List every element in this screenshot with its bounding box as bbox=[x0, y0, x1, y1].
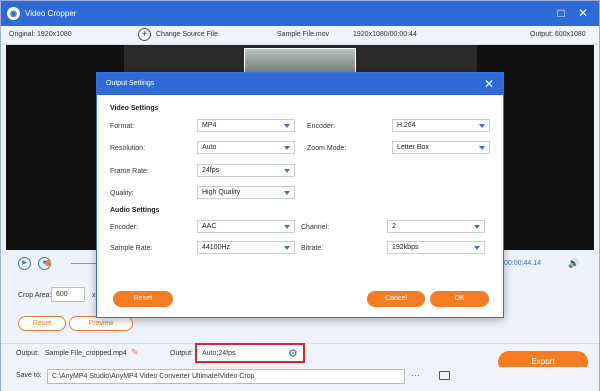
save-path-value: C:\AnyMP4 Studio\AnyMP4 Video Converter … bbox=[52, 373, 255, 380]
dialog-header: Output Settings ✕ bbox=[97, 73, 503, 95]
more-icon[interactable]: ··· bbox=[411, 370, 420, 380]
chevron-down-icon bbox=[284, 124, 290, 128]
frame-rate-value: 24fps bbox=[202, 167, 220, 174]
bitrate-label: Bitrate: bbox=[301, 245, 324, 252]
video-settings-heading: Video Settings bbox=[110, 105, 159, 112]
quality-value: High Quality bbox=[202, 189, 241, 196]
time-display: 00:00:44.14 bbox=[504, 260, 541, 267]
chevron-down-icon bbox=[284, 246, 290, 250]
folder-icon[interactable] bbox=[439, 371, 450, 380]
chevron-down-icon bbox=[284, 169, 290, 173]
channel-value: 2 bbox=[392, 223, 396, 230]
encoder-value: H.264 bbox=[397, 122, 416, 129]
bitrate-value: 192kbps bbox=[392, 244, 419, 251]
change-source-link[interactable]: Change Source File bbox=[156, 31, 218, 38]
audio-encoder-select[interactable]: AAC bbox=[197, 220, 295, 233]
close-icon[interactable]: ✕ bbox=[484, 77, 494, 91]
format-select[interactable]: MP4 bbox=[197, 119, 295, 132]
audio-encoder-value: AAC bbox=[202, 223, 217, 230]
play-icon[interactable]: ▶ bbox=[18, 257, 31, 270]
crop-area-label: Crop Area: bbox=[18, 292, 52, 299]
sample-rate-label: Sample Rate: bbox=[110, 245, 153, 252]
resolution-value: Auto bbox=[202, 144, 217, 151]
chevron-down-icon bbox=[474, 246, 480, 250]
timeline-handle[interactable] bbox=[45, 260, 51, 266]
dialog-cancel-button[interactable]: Cancel bbox=[367, 291, 425, 307]
file-name: Sample File.mov bbox=[277, 31, 330, 38]
file-meta: 1920x1080/00:00:44 bbox=[353, 31, 417, 38]
crop-width-input[interactable]: 600 bbox=[51, 287, 85, 302]
frame-rate-select[interactable]: 24fps bbox=[197, 164, 295, 177]
audio-encoder-label: Encoder: bbox=[110, 224, 139, 231]
output-label: Output: bbox=[16, 350, 39, 357]
sample-rate-value: 44100Hz bbox=[202, 244, 231, 251]
quality-select[interactable]: High Quality bbox=[197, 186, 295, 199]
preview-button[interactable]: Preview bbox=[69, 316, 133, 331]
resolution-label: Resolution: bbox=[110, 145, 146, 152]
encoder-label: Encoder: bbox=[307, 123, 336, 130]
dialog-title: Output Settings bbox=[106, 80, 155, 87]
save-path-field[interactable]: C:\AnyMP4 Studio\AnyMP4 Video Converter … bbox=[47, 369, 405, 384]
zoom-mode-select[interactable]: Letter Box bbox=[392, 141, 490, 154]
output-settings-label: Output: bbox=[170, 350, 193, 357]
channel-label: Channel: bbox=[301, 224, 330, 231]
quality-label: Quality: bbox=[110, 190, 134, 197]
reset-button[interactable]: Reset bbox=[18, 316, 66, 331]
zoom-mode-value: Letter Box bbox=[397, 144, 429, 151]
add-icon[interactable]: + bbox=[138, 28, 151, 41]
output-settings-box[interactable]: Auto;24fps ⚙ bbox=[195, 343, 305, 363]
crop-x-separator: x bbox=[92, 292, 96, 299]
window-title: Video Cropper bbox=[25, 9, 77, 18]
chevron-down-icon bbox=[284, 191, 290, 195]
encoder-select[interactable]: H.264 bbox=[392, 119, 490, 132]
app-logo-icon: ◉ bbox=[7, 7, 20, 20]
original-size: Original: 1920x1080 bbox=[9, 31, 72, 38]
crop-width-value: 600 bbox=[56, 291, 68, 298]
chevron-down-icon bbox=[284, 146, 290, 150]
bitrate-select[interactable]: 192kbps bbox=[387, 241, 485, 254]
chevron-down-icon bbox=[479, 146, 485, 150]
output-size: Output: 600x1080 bbox=[530, 31, 586, 38]
chevron-down-icon bbox=[284, 225, 290, 229]
audio-settings-heading: Audio Settings bbox=[110, 207, 160, 214]
output-settings-dialog: Output Settings ✕ Video Settings Format:… bbox=[96, 72, 504, 318]
channel-select[interactable]: 2 bbox=[387, 220, 485, 233]
chevron-down-icon bbox=[479, 124, 485, 128]
format-label: Format: bbox=[110, 123, 135, 130]
resolution-select[interactable]: Auto bbox=[197, 141, 295, 154]
close-icon[interactable]: ✕ bbox=[576, 6, 590, 20]
gear-icon[interactable]: ⚙ bbox=[288, 347, 298, 360]
format-value: MP4 bbox=[202, 122, 217, 129]
zoom-mode-label: Zoom Mode: bbox=[307, 145, 347, 152]
output-file-name: Sample File_cropped.mp4 bbox=[45, 350, 127, 357]
frame-rate-label: Frame Rate: bbox=[110, 168, 149, 175]
minimize-icon[interactable]: □ bbox=[554, 6, 568, 20]
sample-rate-select[interactable]: 44100Hz bbox=[197, 241, 295, 254]
save-to-label: Save to: bbox=[16, 372, 42, 379]
dialog-ok-button[interactable]: OK bbox=[430, 291, 489, 307]
volume-icon[interactable]: 🔊 bbox=[568, 258, 579, 269]
chevron-down-icon bbox=[474, 225, 480, 229]
dialog-reset-button[interactable]: Reset bbox=[113, 291, 173, 307]
edit-icon[interactable]: ✎ bbox=[131, 347, 139, 358]
info-bar: Original: 1920x1080 + Change Source File… bbox=[1, 26, 599, 45]
output-settings-value: Auto;24fps bbox=[202, 350, 236, 357]
title-bar: ◉ Video Cropper □ ✕ bbox=[1, 1, 599, 26]
